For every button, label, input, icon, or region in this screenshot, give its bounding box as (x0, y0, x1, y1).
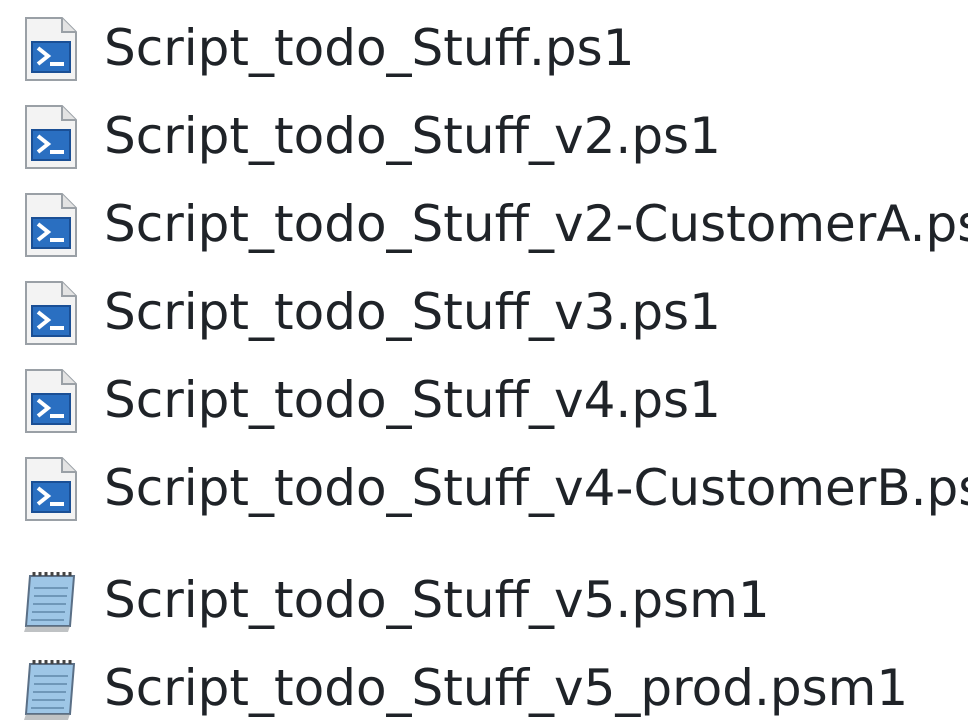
file-list: Script_todo_Stuff.ps1 Script_todo_Stuff_… (0, 0, 968, 725)
file-name: Script_todo_Stuff_v5.psm1 (104, 571, 770, 629)
file-item[interactable]: Script_todo_Stuff_v2-CustomerA.ps1 (0, 184, 968, 264)
file-item[interactable]: Script_todo_Stuff_v5.psm1 (0, 560, 968, 640)
powershell-script-icon (16, 102, 86, 172)
file-name: Script_todo_Stuff_v3.ps1 (104, 283, 721, 341)
file-item[interactable]: Script_todo_Stuff_v4.ps1 (0, 360, 968, 440)
powershell-script-icon (16, 14, 86, 84)
file-name: Script_todo_Stuff_v4-CustomerB.ps1 (104, 459, 968, 517)
file-item[interactable]: Script_todo_Stuff_v2.ps1 (0, 96, 968, 176)
file-item[interactable]: Script_todo_Stuff_v3.ps1 (0, 272, 968, 352)
file-item[interactable]: Script_todo_Stuff_v5_prod.psm1 (0, 648, 968, 728)
file-item[interactable]: Script_todo_Stuff.ps1 (0, 8, 968, 88)
file-item[interactable]: Script_todo_Stuff_v4-CustomerB.ps1 (0, 448, 968, 528)
file-name: Script_todo_Stuff_v4.ps1 (104, 371, 721, 429)
file-name: Script_todo_Stuff.ps1 (104, 19, 635, 77)
powershell-script-icon (16, 454, 86, 524)
powershell-script-icon (16, 278, 86, 348)
powershell-script-icon (16, 190, 86, 260)
text-document-icon (16, 654, 86, 724)
file-name: Script_todo_Stuff_v5_prod.psm1 (104, 659, 909, 717)
file-name: Script_todo_Stuff_v2-CustomerA.ps1 (104, 195, 968, 253)
text-document-icon (16, 566, 86, 636)
file-name: Script_todo_Stuff_v2.ps1 (104, 107, 721, 165)
powershell-script-icon (16, 366, 86, 436)
